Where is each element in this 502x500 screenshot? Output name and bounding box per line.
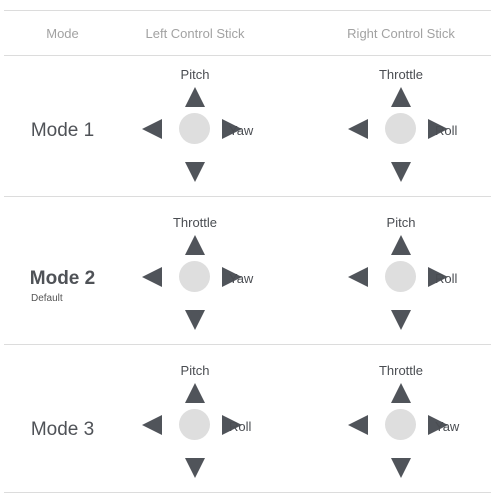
stick-top-label: Throttle — [172, 215, 218, 230]
arrow-left-icon — [142, 415, 162, 435]
divider-header — [4, 55, 491, 56]
arrow-left-icon — [142, 267, 162, 287]
arrow-down-icon — [185, 162, 205, 182]
header-left-stick: Left Control Stick — [145, 26, 245, 41]
stick-top-label: Throttle — [378, 67, 424, 82]
arrow-left-icon — [348, 415, 368, 435]
right-stick-diagram: Pitch Roll — [331, 215, 471, 340]
stick-knob-icon — [385, 409, 416, 440]
divider-top — [4, 10, 491, 11]
stick-top-label: Throttle — [378, 363, 424, 378]
arrow-up-icon — [185, 87, 205, 107]
stick-knob-icon — [179, 261, 210, 292]
mode-default-badge: Default — [31, 293, 63, 304]
stick-knob-icon — [385, 261, 416, 292]
stick-knob-icon — [179, 409, 210, 440]
arrow-down-icon — [185, 458, 205, 478]
mode-label: Mode 3 — [30, 419, 95, 440]
arrow-down-icon — [391, 162, 411, 182]
stick-right-label: Roll — [229, 419, 252, 434]
arrow-down-icon — [391, 310, 411, 330]
divider-bottom — [4, 492, 491, 493]
arrow-down-icon — [391, 458, 411, 478]
stick-right-label: Yaw — [229, 123, 254, 138]
stick-top-label: Pitch — [180, 363, 210, 378]
stick-top-label: Pitch — [180, 67, 210, 82]
arrow-down-icon — [185, 310, 205, 330]
left-stick-diagram: Throttle Yaw — [125, 215, 265, 340]
right-stick-diagram: Throttle Yaw — [331, 363, 471, 488]
left-stick-diagram: Pitch Yaw — [125, 67, 265, 192]
stick-knob-icon — [179, 113, 210, 144]
left-stick-diagram: Pitch Roll — [125, 363, 265, 488]
stick-knob-icon — [385, 113, 416, 144]
arrow-left-icon — [348, 267, 368, 287]
stick-right-label: Roll — [435, 123, 458, 138]
arrow-up-icon — [391, 383, 411, 403]
header-right-stick: Right Control Stick — [347, 26, 455, 41]
header-mode: Mode — [46, 26, 79, 41]
arrow-up-icon — [185, 383, 205, 403]
divider-row-1 — [4, 196, 491, 197]
arrow-left-icon — [142, 119, 162, 139]
right-stick-diagram: Throttle Roll — [331, 67, 471, 192]
arrow-up-icon — [391, 87, 411, 107]
mode-label: Mode 1 — [30, 120, 95, 141]
stick-top-label: Pitch — [386, 215, 416, 230]
arrow-left-icon — [348, 119, 368, 139]
arrow-up-icon — [185, 235, 205, 255]
divider-row-2 — [4, 344, 491, 345]
stick-right-label: Yaw — [229, 271, 254, 286]
stick-right-label: Yaw — [435, 419, 460, 434]
mode-label: Mode 2 — [29, 268, 96, 289]
arrow-up-icon — [391, 235, 411, 255]
stick-right-label: Roll — [435, 271, 458, 286]
